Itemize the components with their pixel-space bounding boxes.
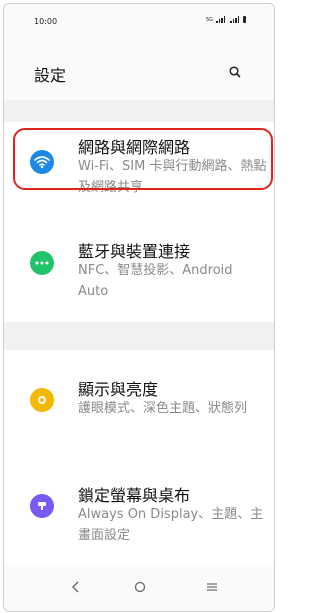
settings-item-bluetooth[interactable]: 藍牙與裝置連接 NFC、智慧投影、Android Auto — [4, 226, 274, 310]
signal-icon — [216, 16, 225, 23]
item-subtitle: Always On Display、主題、主畫面設定 — [78, 507, 264, 543]
header: 設定 — [4, 32, 274, 100]
item-subtitle: NFC、智慧投影、Android Auto — [78, 263, 233, 299]
recents-button[interactable] — [200, 575, 224, 599]
status-bar: 10:00 5G — [4, 4, 274, 32]
back-button[interactable] — [64, 575, 88, 599]
item-title: 顯示與亮度 — [78, 380, 159, 399]
phone-screen: 10:00 5G 設定 網路與網際網路 Wi-Fi、SIM 卡與行動網路、熱點及… — [3, 3, 275, 612]
signal-icon — [230, 16, 239, 23]
home-button[interactable] — [128, 575, 152, 599]
item-title: 藍牙與裝置連接 — [78, 242, 191, 261]
brightness-icon — [30, 388, 54, 412]
lockscreen-icon — [30, 494, 54, 518]
navigation-bar — [4, 565, 274, 611]
search-icon[interactable] — [228, 65, 242, 79]
status-indicators: 5G — [206, 16, 246, 23]
network-type: 5G — [205, 17, 213, 23]
settings-item-display[interactable]: 顯示與亮度 護眼模式、深色主題、狀態列 — [4, 364, 274, 448]
highlight-frame — [13, 128, 273, 190]
item-subtitle: 護眼模式、深色主題、狀態列 — [78, 401, 248, 416]
status-time: 10:00 — [34, 17, 58, 26]
devices-icon — [30, 251, 54, 275]
battery-icon — [243, 16, 246, 23]
section-divider — [4, 100, 274, 122]
settings-item-lockscreen[interactable]: 鎖定螢幕與桌布 Always On Display、主題、主畫面設定 — [4, 470, 274, 554]
section-divider — [4, 322, 274, 350]
page-title: 設定 — [34, 66, 67, 85]
item-title: 鎖定螢幕與桌布 — [78, 486, 191, 505]
